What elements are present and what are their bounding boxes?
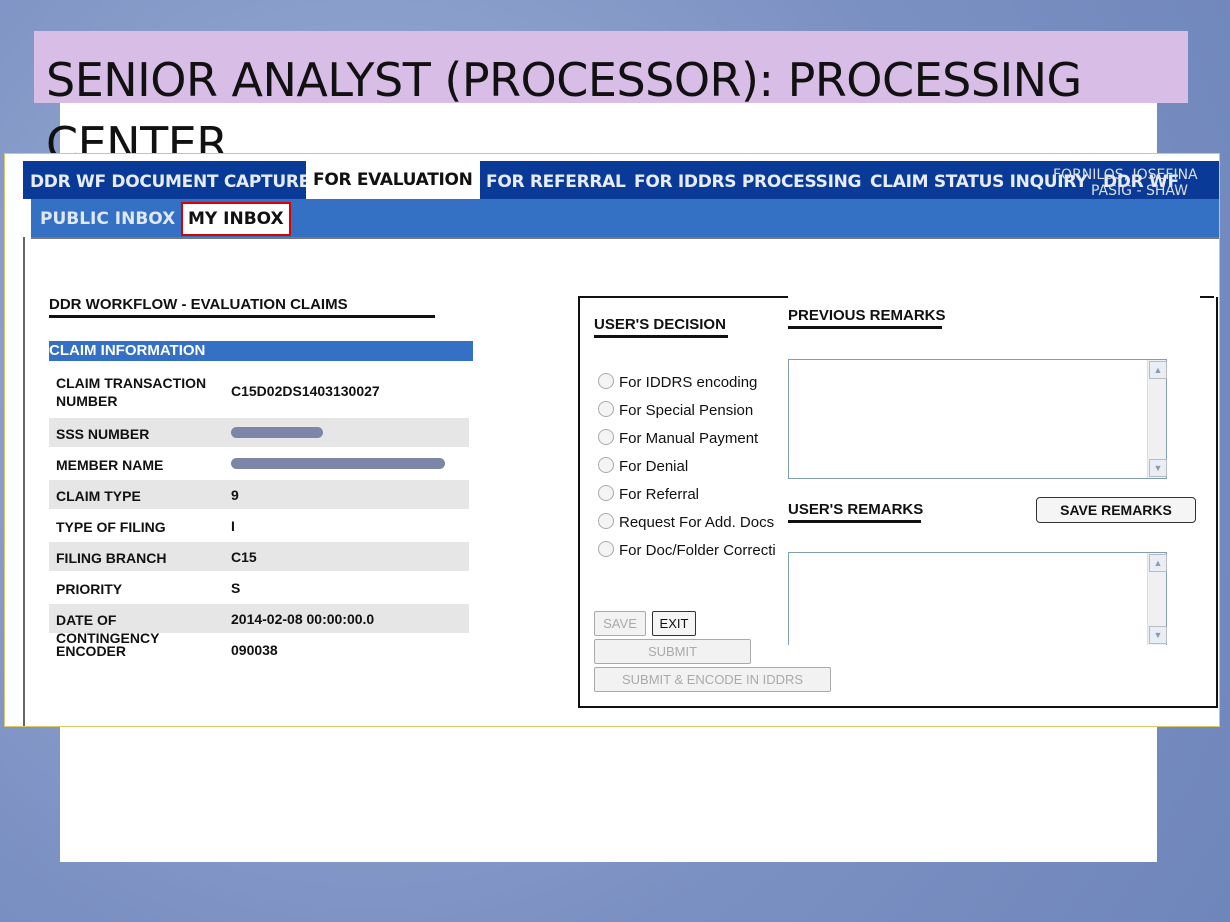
submit-button[interactable]: SUBMIT xyxy=(594,639,751,664)
radio-icon[interactable] xyxy=(598,457,614,473)
tab-for-evaluation[interactable]: FOR EVALUATION xyxy=(306,161,480,199)
user-branch: PASIG - SHAW xyxy=(1091,183,1189,199)
claim-row: CLAIM TRANSACTION NUMBER C15D02DS14031300… xyxy=(56,375,380,409)
radio-referral[interactable]: For Referral xyxy=(598,485,699,503)
save-remarks-button[interactable]: SAVE REMARKS xyxy=(1036,497,1196,523)
radio-doc-correction[interactable]: For Doc/Folder Correcti xyxy=(598,541,788,559)
user-remarks-textarea[interactable]: ▲ ▼ xyxy=(788,552,1167,645)
divider xyxy=(23,237,25,726)
radio-icon[interactable] xyxy=(598,429,614,445)
tab-document-capture[interactable]: DDR WF DOCUMENT CAPTURE xyxy=(30,172,310,192)
claim-row: ENCODER 090038 xyxy=(56,642,278,659)
scrollbar[interactable]: ▲ ▼ xyxy=(1147,360,1167,478)
radio-icon[interactable] xyxy=(598,401,614,417)
claim-row: MEMBER NAME xyxy=(49,449,469,478)
underline xyxy=(594,335,728,338)
radio-special-pension[interactable]: For Special Pension xyxy=(598,401,753,419)
radio-manual-payment[interactable]: For Manual Payment xyxy=(598,429,758,447)
claim-row: SSS NUMBER xyxy=(49,418,469,447)
tab-my-inbox[interactable]: MY INBOX xyxy=(181,202,291,236)
underline xyxy=(788,520,921,523)
user-remarks-label: USER'S REMARKS xyxy=(788,501,924,518)
radio-iddrs-encoding[interactable]: For IDDRS encoding xyxy=(598,373,757,391)
scrollbar[interactable]: ▲ ▼ xyxy=(1147,553,1167,645)
claim-row: DATE OF CONTINGENCY 2014-02-08 00:00:00.0 xyxy=(49,604,469,646)
sub-nav: PUBLIC INBOX MY INBOX xyxy=(31,199,1219,239)
claim-row: FILING BRANCH C15 xyxy=(49,542,469,571)
exit-button[interactable]: EXIT xyxy=(652,611,696,636)
decision-heading: USER'S DECISION xyxy=(594,316,726,333)
previous-remarks-textarea[interactable]: ▲ ▼ xyxy=(788,359,1167,479)
claim-row: TYPE OF FILING I xyxy=(56,518,235,535)
tab-for-referral[interactable]: FOR REFERRAL xyxy=(486,172,626,192)
radio-add-docs[interactable]: Request For Add. Docs xyxy=(598,513,774,531)
app-screenshot: DDR WF DOCUMENT CAPTURE FOR EVALUATION F… xyxy=(4,153,1220,727)
underline xyxy=(788,326,942,329)
main-nav: DDR WF DOCUMENT CAPTURE FOR EVALUATION F… xyxy=(23,161,1219,199)
radio-icon[interactable] xyxy=(598,513,614,529)
previous-remarks-label: PREVIOUS REMARKS xyxy=(788,307,952,324)
page-heading: DDR WORKFLOW - EVALUATION CLAIMS xyxy=(49,296,348,313)
claim-row: PRIORITY S xyxy=(56,580,241,597)
tab-public-inbox[interactable]: PUBLIC INBOX xyxy=(40,209,175,229)
user-name: FORNILOS, JOSEFINA xyxy=(1053,167,1198,183)
claim-info-header: CLAIM INFORMATION xyxy=(49,341,473,361)
tab-iddrs-processing[interactable]: FOR IDDRS PROCESSING xyxy=(634,172,862,192)
redacted xyxy=(231,458,445,469)
redacted xyxy=(231,427,323,438)
radio-icon[interactable] xyxy=(598,373,614,389)
underline xyxy=(49,315,435,318)
radio-icon[interactable] xyxy=(598,541,614,557)
radio-denial[interactable]: For Denial xyxy=(598,457,688,475)
radio-icon[interactable] xyxy=(598,485,614,501)
submit-encode-button[interactable]: SUBMIT & ENCODE IN IDDRS xyxy=(594,667,831,692)
save-button[interactable]: SAVE xyxy=(594,611,646,636)
claim-row: CLAIM TYPE 9 xyxy=(49,480,469,509)
